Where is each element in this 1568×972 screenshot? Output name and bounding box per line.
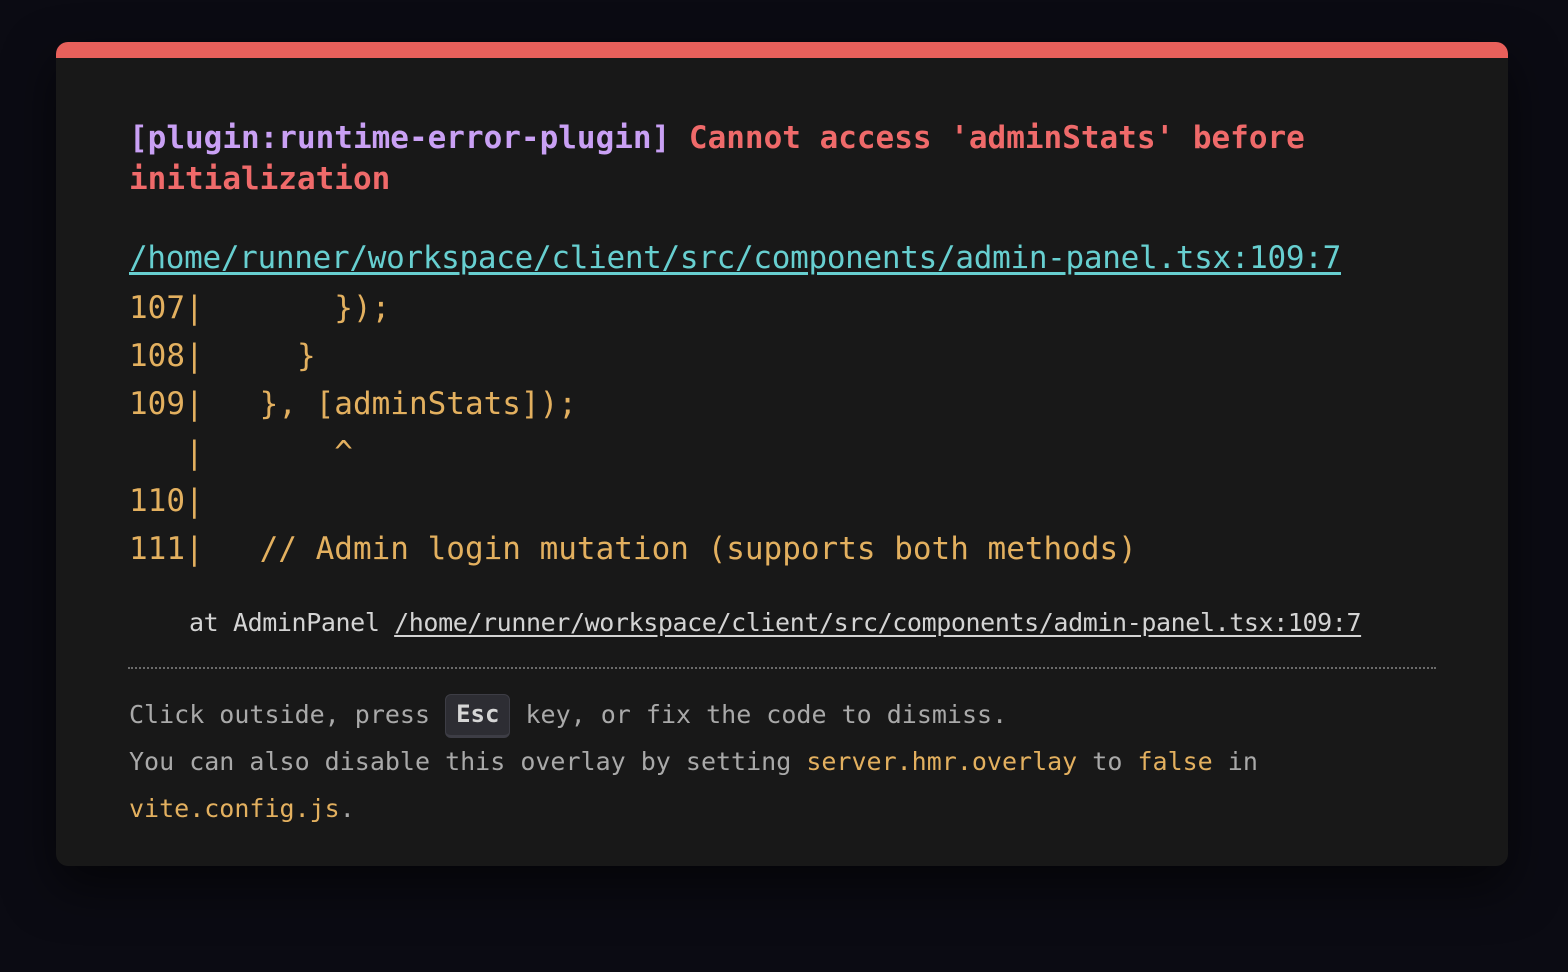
code-line-caret: | ^ [129,434,353,471]
error-file-link[interactable]: /home/runner/workspace/client/src/compon… [129,238,1341,278]
error-message: [plugin:runtime-error-plugin] Cannot acc… [129,118,1419,200]
stack-prefix: at AdminPanel [189,608,395,637]
tip-line-3: vite.config.js. [129,785,1439,832]
stack-file-link[interactable]: /home/runner/workspace/client/src/compon… [394,608,1361,637]
code-line: 111| // Admin login mutation (supports b… [129,530,1137,567]
tip-text: Click outside, press [129,700,446,729]
tip-line-1: Click outside, press Esc key, or fix the… [129,691,1439,738]
setting-value: false [1137,747,1213,776]
config-file-name: vite.config.js [129,794,340,823]
esc-key: Esc [445,694,511,738]
setting-name: server.hmr.overlay [806,747,1078,776]
dismiss-tip: Click outside, press Esc key, or fix the… [129,691,1439,832]
divider [128,667,1436,669]
tip-text: to [1077,747,1138,776]
code-line: 110| [129,482,204,519]
tip-text: You can also disable this overlay by set… [129,747,807,776]
tip-text: in [1212,747,1258,776]
tip-text: key, or fix the code to dismiss. [510,700,1008,729]
code-line: 108| } [129,338,316,375]
code-line: 107| }); [129,290,391,326]
tip-line-2: You can also disable this overlay by set… [129,738,1439,785]
plugin-name: [plugin:runtime-error-plugin] [129,120,671,156]
error-overlay: [plugin:runtime-error-plugin] Cannot acc… [56,42,1508,866]
stack-trace: at AdminPanel /home/runner/workspace/cli… [189,606,1362,640]
code-frame: 107| }); 108| } 109| }, [adminStats]); | ^… [129,284,1137,573]
code-line: 109| }, [adminStats]); [129,386,577,423]
tip-text: . [339,794,355,823]
